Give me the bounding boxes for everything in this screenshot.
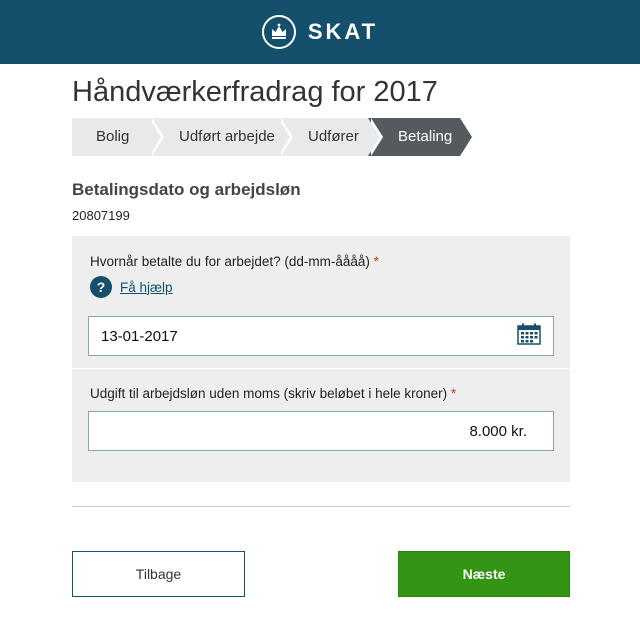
labor-cost-label-text: Udgift til arbejdsløn uden moms (skriv b… [90, 386, 448, 401]
step-bolig[interactable]: Bolig [72, 118, 164, 156]
payment-date-input[interactable]: 13-01-2017 [88, 316, 554, 356]
field-divider [72, 368, 570, 369]
step-label: Bolig [96, 128, 130, 145]
page-title: Håndværkerfradrag for 2017 [72, 76, 438, 108]
calendar-icon[interactable] [517, 323, 541, 349]
step-label: Udfører [308, 128, 359, 145]
step-label: Udført arbejde [179, 128, 275, 145]
logo[interactable]: SKAT [261, 15, 379, 49]
payment-date-label: Hvornår betalte du for arbejdet? (dd-mm-… [90, 254, 379, 269]
labor-cost-input[interactable]: 8.000 kr. [88, 411, 554, 451]
brand-name: SKAT [307, 19, 379, 44]
step-udfoert-arbejde[interactable]: Udført arbejde [149, 118, 293, 156]
help-row: ? Få hjælp [90, 276, 173, 298]
site-header: SKAT [0, 0, 640, 64]
payment-date-value: 13-01-2017 [101, 327, 178, 345]
step-indicator: Bolig Udført arbejde Udfører Betaling [72, 118, 475, 156]
reference-number: 20807199 [72, 208, 130, 223]
labor-cost-label: Udgift til arbejdsløn uden moms (skriv b… [90, 386, 456, 401]
section-title: Betalingsdato og arbejdsløn [72, 180, 301, 199]
required-mark: * [373, 254, 379, 269]
required-mark: * [450, 386, 457, 401]
form-panel: Hvornår betalte du for arbejdet? (dd-mm-… [72, 236, 570, 482]
back-button[interactable]: Tilbage [72, 551, 245, 597]
payment-date-label-text: Hvornår betalte du for arbejdet? (dd-mm-… [90, 254, 370, 269]
footer-divider [72, 506, 570, 507]
help-icon[interactable]: ? [90, 276, 112, 298]
labor-cost-value: 8.000 kr. [469, 422, 527, 440]
next-button[interactable]: Næste [398, 551, 570, 597]
help-link[interactable]: Få hjælp [120, 280, 173, 295]
step-label: Betaling [398, 128, 453, 145]
crown-icon [261, 15, 296, 49]
